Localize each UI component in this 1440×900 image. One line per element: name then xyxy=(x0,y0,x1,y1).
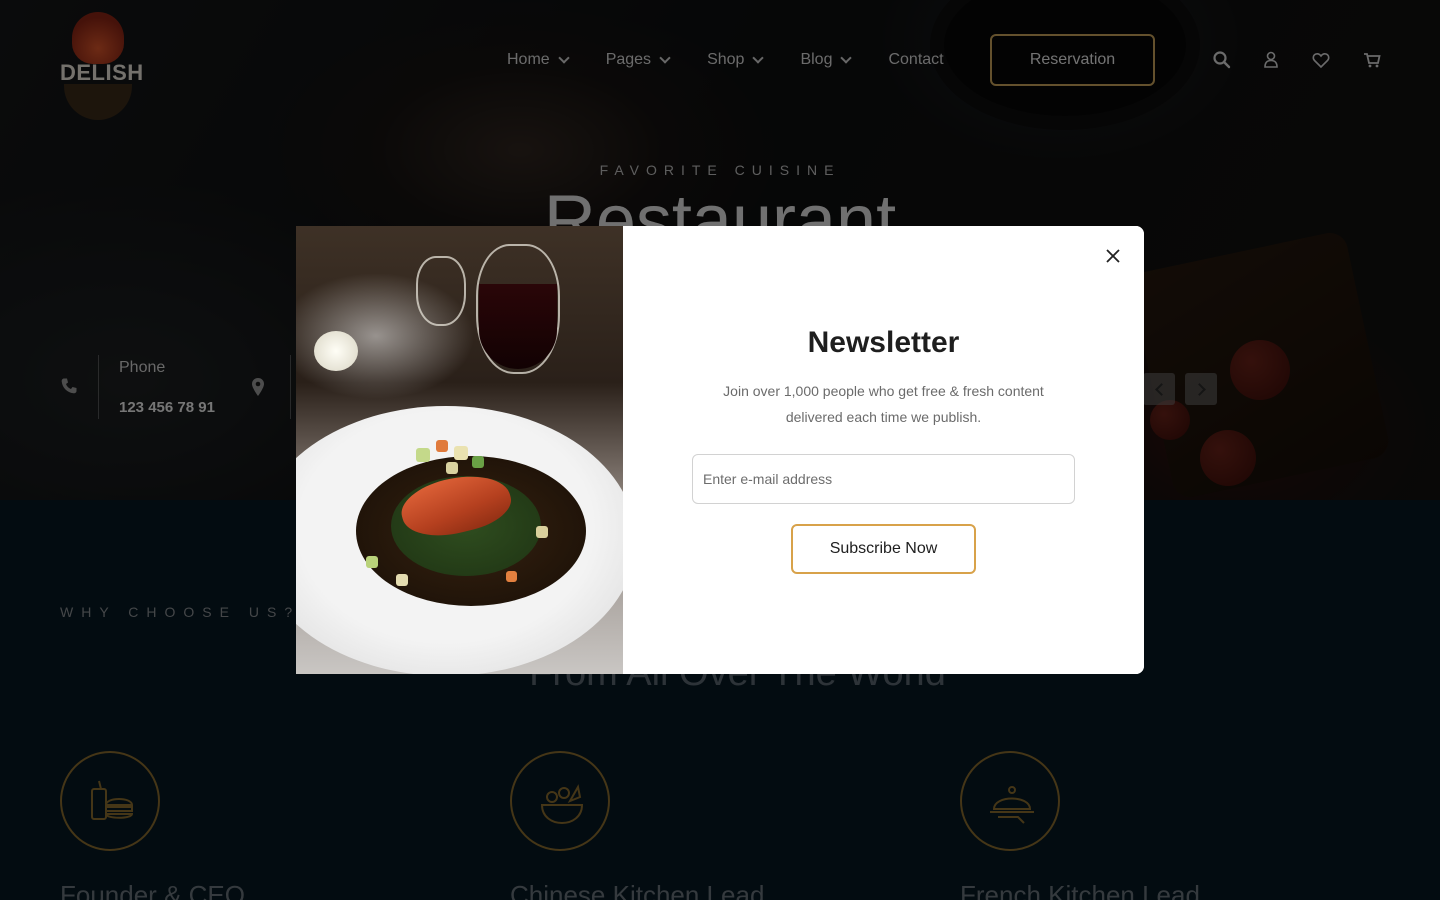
newsletter-modal: Newsletter Join over 1,000 people who ge… xyxy=(296,226,1144,674)
salsa-piece xyxy=(396,574,408,586)
newsletter-content: Newsletter Join over 1,000 people who ge… xyxy=(623,226,1144,674)
salsa-piece xyxy=(454,446,468,460)
close-icon[interactable] xyxy=(1103,246,1123,266)
food-image xyxy=(296,226,623,674)
red-wine xyxy=(479,284,557,369)
salsa-piece xyxy=(446,462,458,474)
salsa-piece xyxy=(416,448,430,462)
email-field[interactable] xyxy=(692,454,1075,504)
wine-glass xyxy=(416,256,466,326)
flower-decoration xyxy=(314,331,358,371)
subscribe-button[interactable]: Subscribe Now xyxy=(791,524,976,574)
salsa-piece xyxy=(436,440,448,452)
salsa-piece xyxy=(506,571,517,582)
newsletter-description: Join over 1,000 people who get free & fr… xyxy=(723,383,1044,425)
newsletter-title: Newsletter xyxy=(807,326,960,359)
salsa-piece xyxy=(366,556,378,568)
salsa-piece xyxy=(536,526,548,538)
salsa-piece xyxy=(472,456,484,468)
